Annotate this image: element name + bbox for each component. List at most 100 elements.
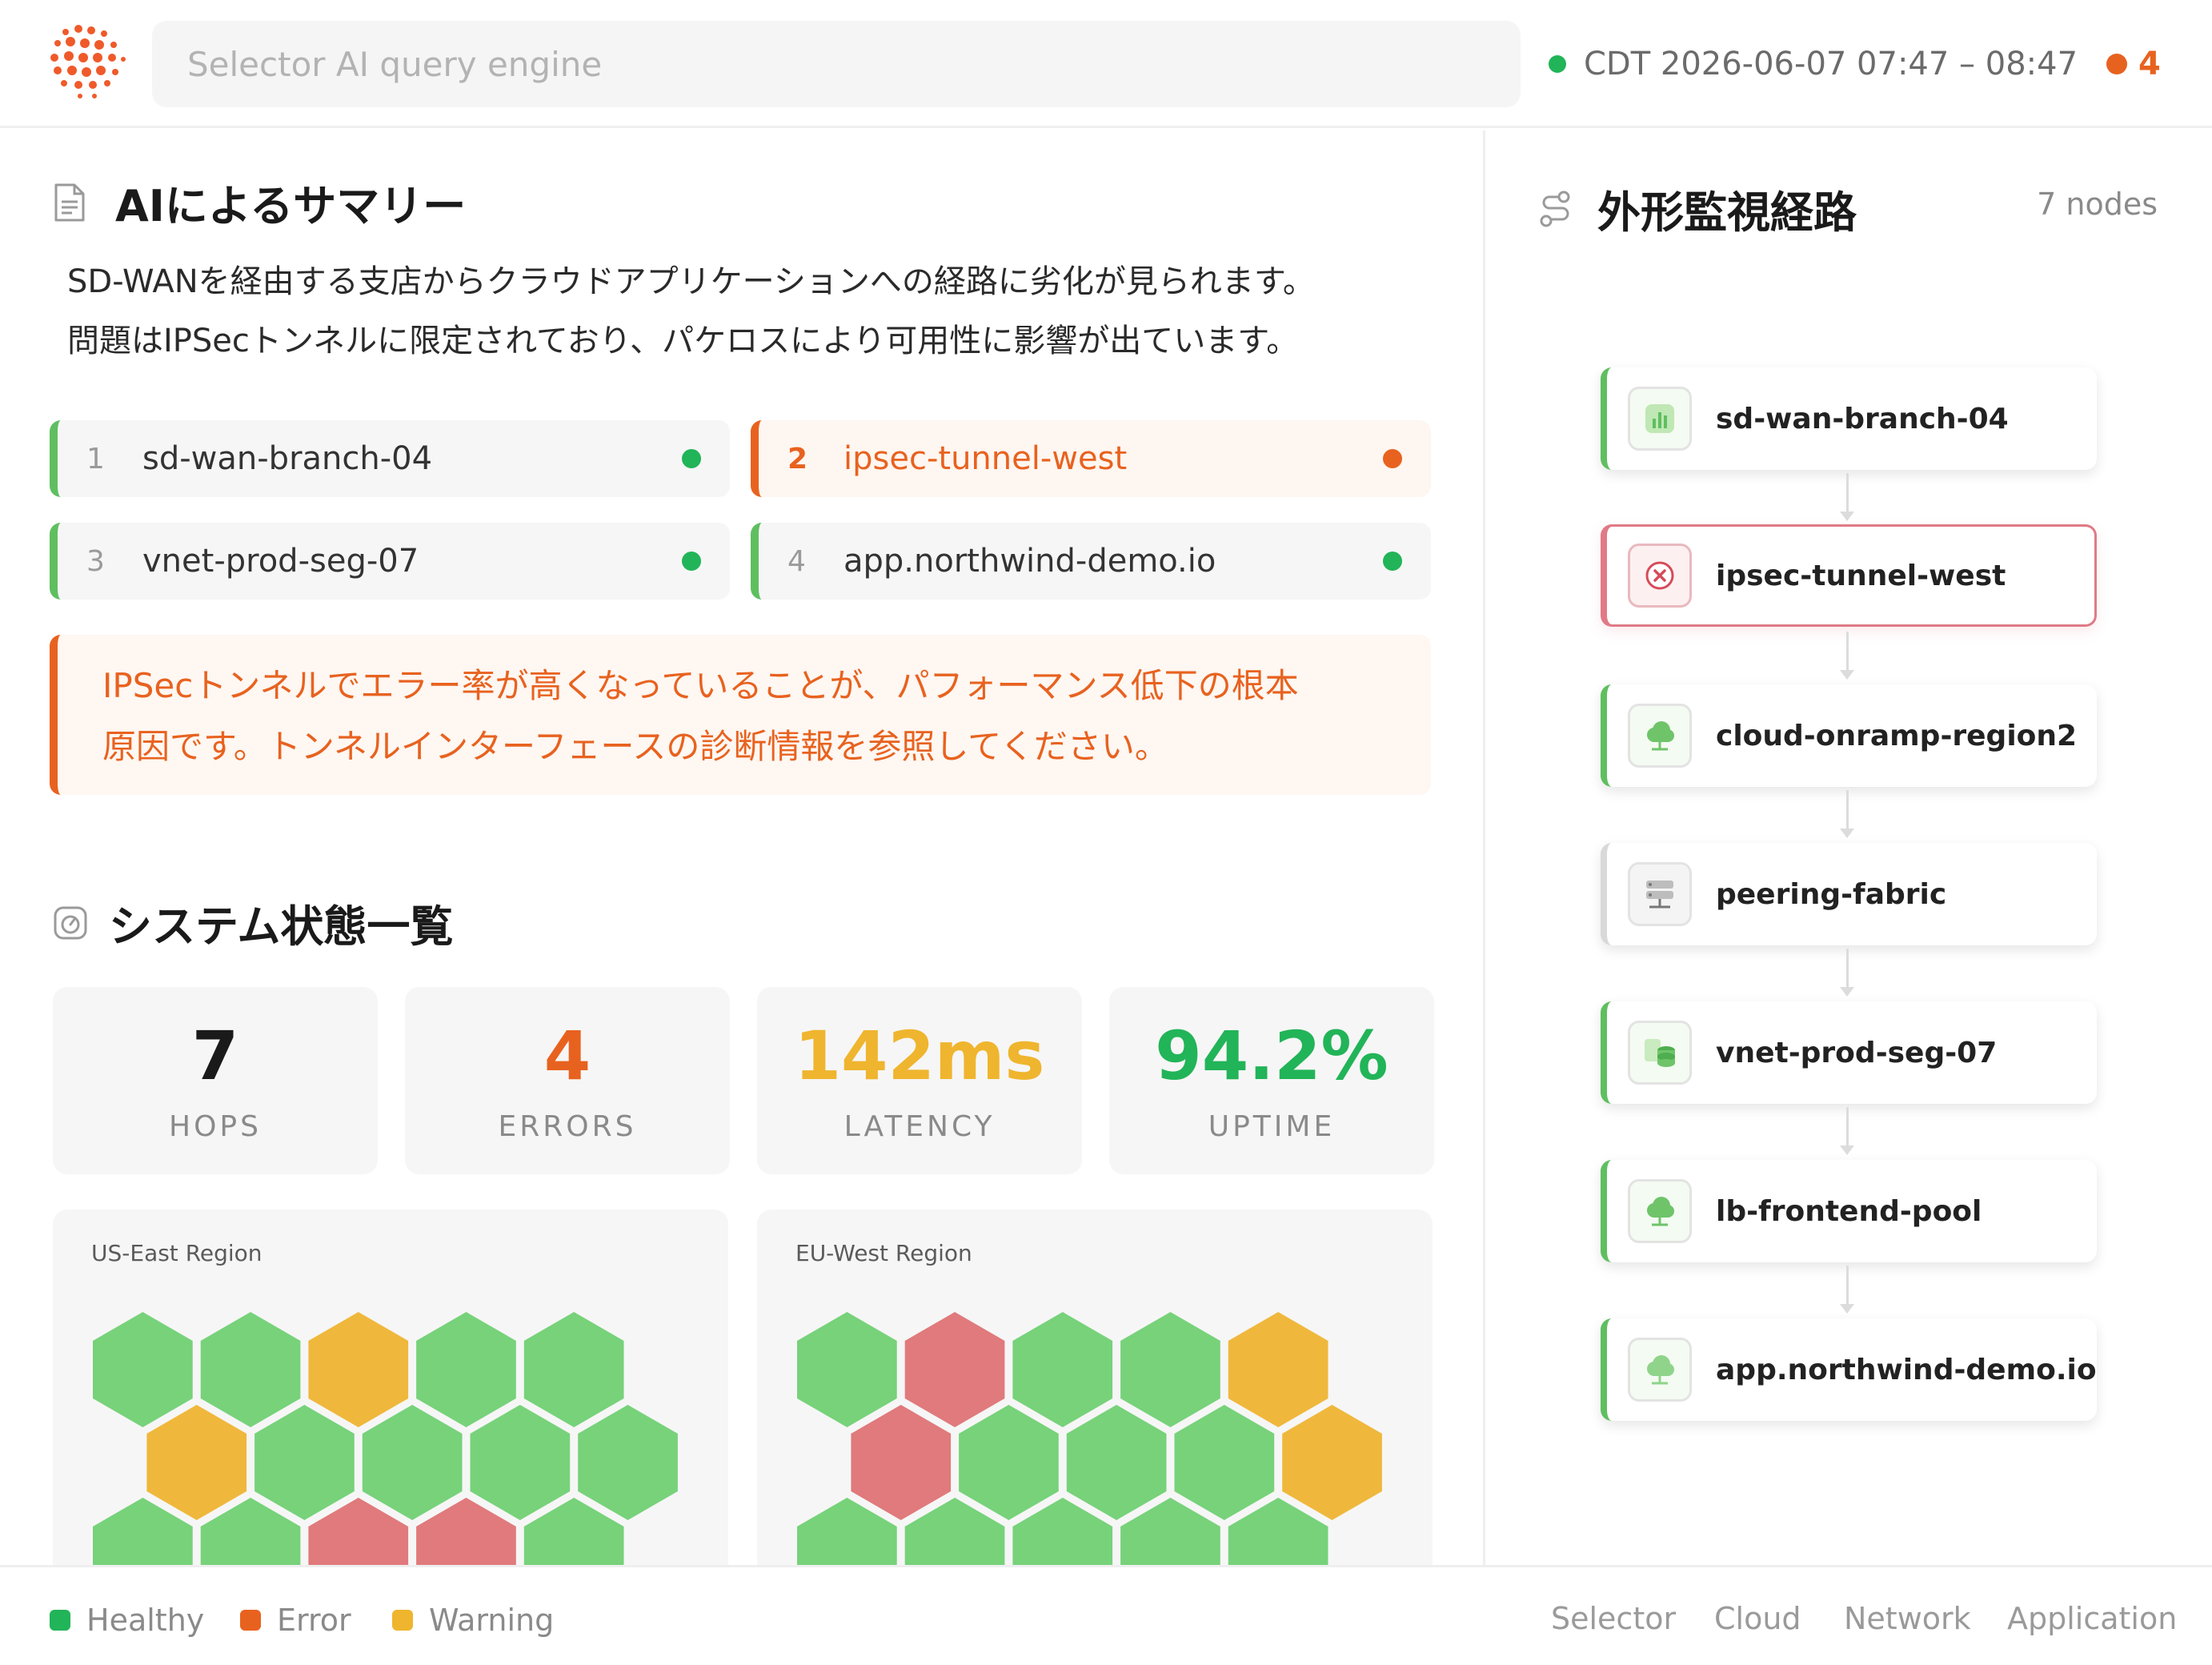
stat-card-errors: 4 ERRORS — [405, 987, 730, 1174]
path-node-label: peering-fabric — [1716, 877, 1947, 911]
hex-cell-healthy[interactable] — [578, 1405, 678, 1520]
footer-link-cloud[interactable]: Cloud — [1714, 1601, 1801, 1636]
path-node-4[interactable]: peering-fabric — [1601, 843, 2097, 945]
hex-cell-warning[interactable] — [1282, 1405, 1382, 1520]
system-status-header: システム状態一覧 — [53, 891, 453, 954]
hop-chip-4[interactable]: 4 app.northwind-demo.io — [751, 523, 1431, 600]
cloud-icon — [1628, 1338, 1692, 1402]
hex-cell-error[interactable] — [851, 1405, 952, 1520]
live-status-dot — [1549, 55, 1566, 73]
hex-cell-error[interactable] — [904, 1312, 1005, 1427]
time-range-selector[interactable]: CDT 2026-06-07 07:47 – 08:47 — [1549, 38, 2078, 90]
database-icon — [1628, 1021, 1692, 1085]
path-connector — [1840, 1266, 1854, 1314]
path-node-label: sd-wan-branch-04 — [1716, 402, 2009, 435]
path-node-7[interactable]: app.northwind-demo.io — [1601, 1318, 2097, 1421]
stat-card-uptime: 94.2% UPTIME — [1109, 987, 1434, 1174]
document-icon — [54, 183, 85, 221]
path-node-5[interactable]: vnet-prod-seg-07 — [1601, 1001, 2097, 1104]
time-range-label: CDT 2026-06-07 07:47 – 08:47 — [1584, 46, 2078, 82]
hop-chip-2[interactable]: 2 ipsec-tunnel-west — [751, 420, 1431, 497]
hop-chip-label: vnet-prod-seg-07 — [142, 543, 419, 580]
hex-cell-healthy[interactable] — [523, 1312, 624, 1427]
path-node-2[interactable]: ipsec-tunnel-west — [1601, 524, 2097, 627]
hex-cell-warning[interactable] — [146, 1405, 247, 1520]
stat-card-hops: 7 HOPS — [53, 987, 378, 1174]
hex-cell-warning[interactable] — [308, 1312, 409, 1427]
path-node-3[interactable]: cloud-onramp-region2 — [1601, 684, 2097, 787]
hop-chip-number: 1 — [86, 442, 105, 475]
stat-value: 94.2% — [1155, 1017, 1389, 1095]
alert-count: 4 — [2138, 46, 2161, 82]
search-input[interactable] — [152, 21, 1521, 107]
path-node-1[interactable]: sd-wan-branch-04 — [1601, 367, 2097, 470]
root-cause-callout: IPSecトンネルでエラー率が高くなっていることが、パフォーマンス低下の根本 原… — [50, 635, 1431, 795]
hop-chip-number: 3 — [86, 544, 105, 578]
hex-cell-healthy[interactable] — [254, 1405, 355, 1520]
hop-chip-label: sd-wan-branch-04 — [142, 440, 433, 477]
alert-badge[interactable]: 4 — [2106, 40, 2161, 88]
hop-chip-3[interactable]: 3 vnet-prod-seg-07 — [50, 523, 730, 600]
hex-cell-warning[interactable] — [1228, 1312, 1328, 1427]
hex-cell-healthy[interactable] — [470, 1405, 571, 1520]
hex-cell-healthy[interactable] — [797, 1312, 897, 1427]
path-connector — [1840, 949, 1854, 997]
server-icon — [1628, 862, 1692, 926]
path-node-6[interactable]: lb-frontend-pool — [1601, 1160, 2097, 1262]
hex-cell-healthy[interactable] — [1174, 1405, 1275, 1520]
root-cause-text: IPSecトンネルでエラー率が高くなっていることが、パフォーマンス低下の根本 原… — [102, 656, 1415, 777]
hex-cell-healthy[interactable] — [1120, 1312, 1220, 1427]
path-node-label: app.northwind-demo.io — [1716, 1353, 2097, 1386]
region-card-us-east: US-East Region — [53, 1210, 728, 1565]
hop-chip-1[interactable]: 1 sd-wan-branch-04 — [50, 420, 730, 497]
region-title: US-East Region — [91, 1240, 262, 1266]
healthy-status-dot — [1383, 552, 1402, 571]
path-connector — [1840, 1107, 1854, 1155]
chart-icon — [1628, 387, 1692, 451]
region-card-eu-west: EU-West Region — [757, 1210, 1433, 1565]
legend-label: Healthy — [86, 1603, 205, 1638]
left-panel: AIによるサマリー SD-WANを経由する支店からクラウドアプリケーションへの経… — [0, 130, 1483, 1565]
stat-value: 4 — [543, 1017, 591, 1095]
healthy-status-dot — [682, 552, 701, 571]
path-node-label: lb-frontend-pool — [1716, 1194, 1982, 1228]
cloud-icon — [1628, 704, 1692, 768]
stat-label: ERRORS — [498, 1110, 637, 1143]
root-cause-line-2: 原因です。トンネルインターフェースの診断情報を参照してください。 — [102, 727, 1168, 766]
hex-cell-healthy[interactable] — [200, 1312, 301, 1427]
stat-card-latency: 142ms LATENCY — [757, 987, 1082, 1174]
hop-chip-label: app.northwind-demo.io — [844, 543, 1216, 580]
path-connector — [1840, 632, 1854, 680]
path-panel: 外形監視経路 7 nodes sd-wan-branch-04 ipsec-tu… — [1485, 130, 2212, 1565]
path-header: 外形監視経路 — [1538, 177, 1857, 240]
alert-dot-icon — [2106, 54, 2127, 74]
selector-logo-icon[interactable] — [48, 21, 128, 101]
legend-healthy: Healthy — [50, 1603, 204, 1638]
footer-link-application[interactable]: Application — [2007, 1601, 2177, 1636]
hex-cell-healthy[interactable] — [93, 1312, 193, 1427]
error-x-icon — [1628, 544, 1692, 608]
healthy-swatch — [50, 1610, 70, 1631]
path-connector — [1840, 473, 1854, 521]
node-count: 7 nodes — [2037, 187, 2158, 222]
path-connector — [1840, 790, 1854, 838]
hex-cell-healthy[interactable] — [1012, 1312, 1113, 1427]
stat-value: 142ms — [794, 1017, 1045, 1095]
summary-title: AIによるサマリー — [115, 181, 467, 231]
stat-label: UPTIME — [1208, 1110, 1336, 1143]
footer-bar: Healthy Error Warning Selector Cloud Net… — [0, 1565, 2212, 1665]
path-title: 外形監視経路 — [1597, 187, 1857, 238]
warning-swatch — [392, 1610, 413, 1631]
hex-cell-healthy[interactable] — [362, 1405, 463, 1520]
hop-chip-number: 2 — [787, 442, 808, 475]
error-status-dot — [1383, 449, 1402, 468]
footer-link-network[interactable]: Network — [1844, 1601, 1971, 1636]
hex-cell-healthy[interactable] — [1066, 1405, 1167, 1520]
top-bar: CDT 2026-06-07 07:47 – 08:47 4 — [0, 0, 2212, 128]
legend-label: Error — [277, 1603, 351, 1638]
hex-cell-healthy[interactable] — [959, 1405, 1059, 1520]
footer-link-selector[interactable]: Selector — [1551, 1601, 1676, 1636]
hex-cell-healthy[interactable] — [416, 1312, 516, 1427]
route-icon — [1540, 191, 1570, 227]
legend-warning: Warning — [392, 1603, 554, 1638]
